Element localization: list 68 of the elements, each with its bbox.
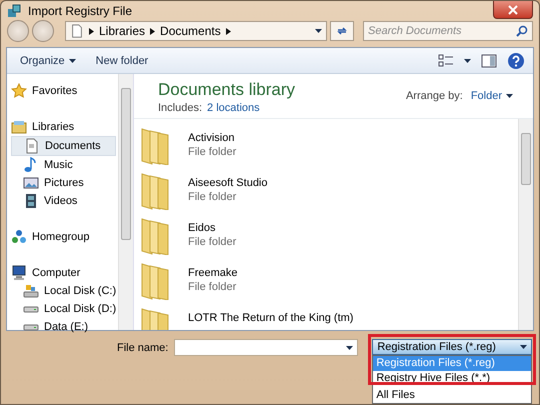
preview-pane-icon[interactable] [481, 54, 497, 68]
chevron-icon [89, 28, 94, 34]
nav-item[interactable]: Computer [11, 264, 118, 282]
star-icon [11, 83, 27, 99]
dropdown-arrow-icon [520, 345, 528, 349]
film-icon [23, 193, 39, 209]
document-icon [70, 24, 84, 38]
disk-drive-icon [23, 306, 39, 312]
new-folder-button[interactable]: New folder [90, 52, 154, 68]
scrollbar[interactable] [118, 74, 133, 330]
search-icon [516, 25, 528, 37]
registry-app-icon [7, 2, 23, 18]
help-icon[interactable] [507, 52, 525, 70]
refresh-button[interactable] [330, 21, 354, 41]
file-name[interactable]: LOTR The Return of the King (tm) [188, 312, 354, 324]
file-name[interactable]: Aiseesoft Studio [188, 177, 268, 189]
caret-icon [464, 58, 471, 62]
library-title: Documents library [158, 80, 295, 100]
nav-item[interactable]: Pictures [11, 174, 118, 192]
nav-item[interactable]: Libraries [11, 118, 118, 136]
scrollbar[interactable] [518, 119, 533, 330]
includes-label: Includes: [158, 102, 202, 114]
computer-icon [11, 265, 27, 281]
dropdown-arrow-icon [346, 346, 354, 350]
nav-item[interactable]: Local Disk (D:) [11, 300, 118, 318]
dropdown-option[interactable]: All Files [373, 388, 532, 403]
search-field[interactable]: Search Documents [363, 21, 533, 41]
file-name[interactable]: Eidos [188, 222, 236, 234]
nav-item[interactable]: Videos [11, 192, 118, 210]
arrange-dropdown[interactable]: Folder [470, 90, 513, 102]
library-icon [11, 119, 27, 135]
file-name[interactable]: Freemake [188, 267, 238, 279]
nav-item[interactable]: Music [11, 156, 118, 174]
organize-menu[interactable]: Organize [15, 52, 81, 68]
file-type: File folder [188, 146, 236, 158]
file-name[interactable]: Activision [188, 132, 236, 144]
breadcrumb[interactable]: Libraries [99, 24, 146, 38]
arrange-label: Arrange by: [406, 90, 463, 102]
breadcrumb[interactable]: Documents [160, 24, 221, 38]
chevron-icon [150, 28, 156, 34]
caret-icon [68, 58, 76, 62]
nav-item[interactable]: Homegroup [11, 228, 118, 246]
locations-link[interactable]: 2 locations [207, 102, 260, 114]
refresh-icon [336, 25, 348, 37]
chevron-icon [226, 28, 231, 34]
close-icon [508, 4, 518, 14]
file-type-value: Registration Files (*.reg) [377, 341, 496, 353]
file-type: File folder [188, 191, 238, 203]
dropdown-arrow-icon [315, 29, 322, 33]
file-type: File folder [188, 236, 236, 248]
file-name-field[interactable] [174, 339, 358, 356]
disk-drive-icon [23, 324, 39, 330]
view-options-icon[interactable] [438, 54, 454, 68]
file-type-dropdown[interactable]: Registration Files (*.reg) [372, 339, 532, 355]
document-icon [24, 138, 40, 154]
nav-item[interactable]: Data (E:) [11, 318, 118, 336]
file-type: File folder [188, 281, 238, 293]
homegroup-icon [11, 229, 27, 245]
picture-icon [23, 175, 39, 191]
file-name-label: File name: [117, 342, 168, 354]
close-button[interactable] [493, 1, 533, 19]
nav-item[interactable]: Documents [11, 136, 116, 156]
window-title: Import Registry File [28, 4, 132, 18]
caret-icon [506, 94, 513, 98]
nav-item[interactable]: Local Disk (C:) [11, 282, 118, 300]
system-disk-icon [23, 283, 39, 299]
address-bar[interactable]: Libraries Documents [65, 21, 327, 41]
nav-item[interactable]: Favorites [11, 82, 118, 100]
